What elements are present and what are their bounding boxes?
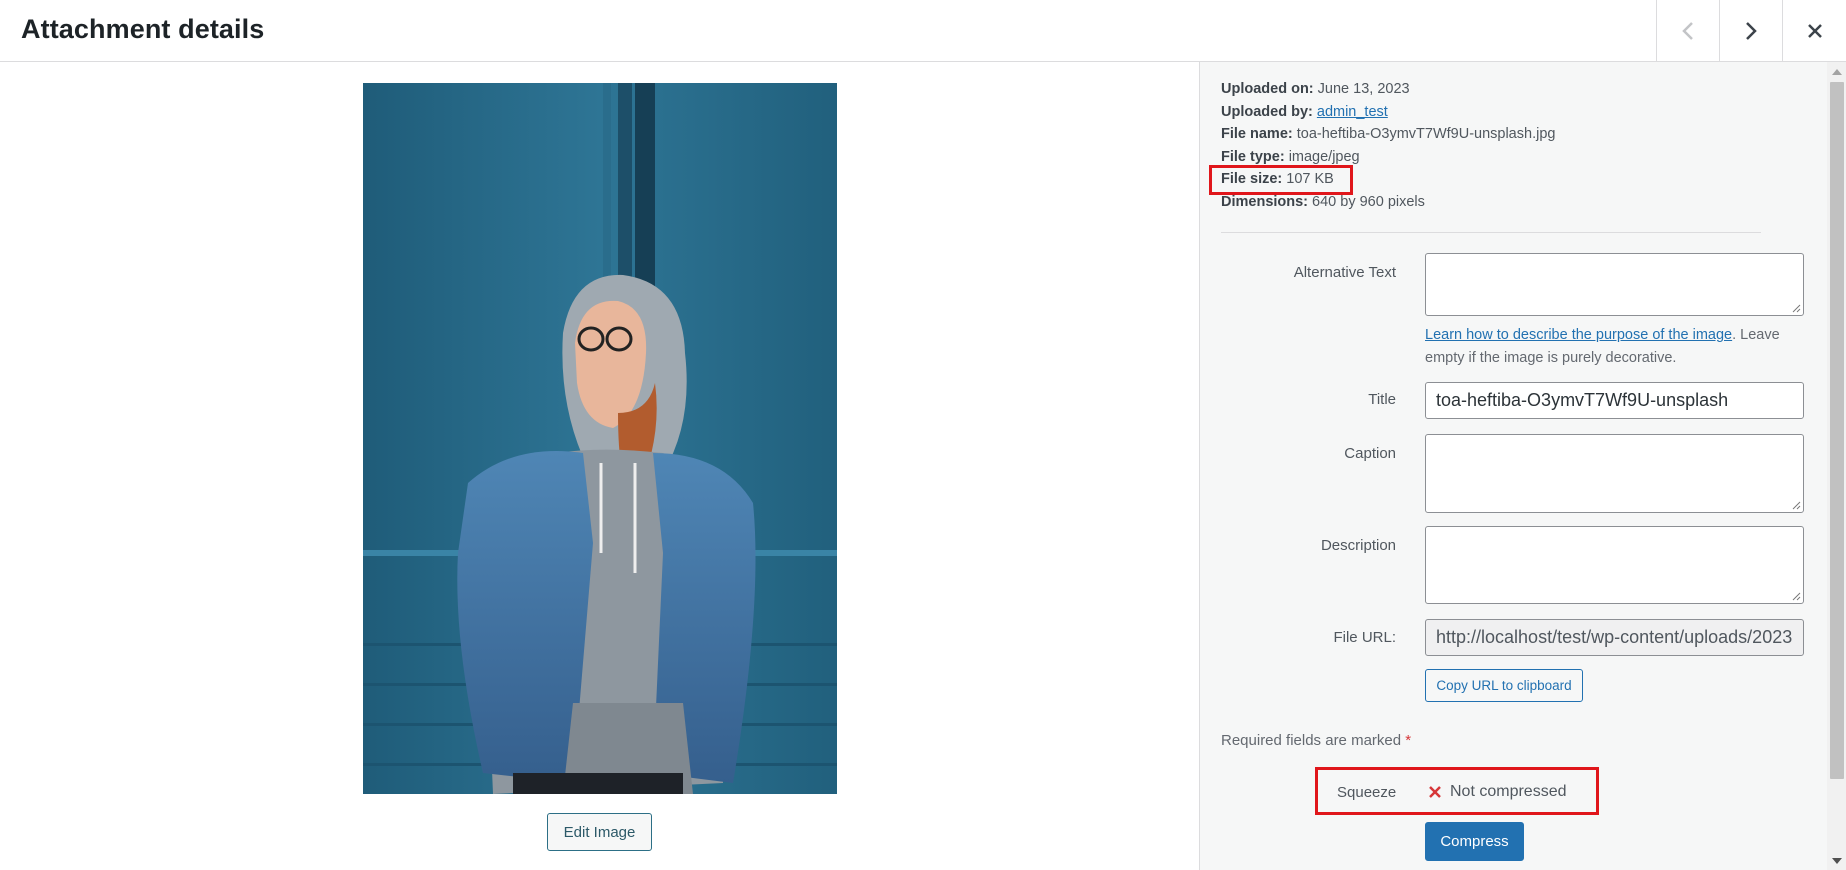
uploaded-by-label: Uploaded by:: [1221, 103, 1313, 120]
divider: [1221, 232, 1761, 233]
uploaded-on-row: Uploaded on: June 13, 2023: [1221, 78, 1555, 101]
uploaded-by-link[interactable]: admin_test: [1317, 104, 1388, 120]
x-mark-icon: [1429, 786, 1441, 798]
file-type-label: File type:: [1221, 148, 1285, 165]
file-url-label: File URL:: [1333, 629, 1396, 646]
title-input[interactable]: toa-heftiba-O3ymvT7Wf9U-unsplash: [1425, 382, 1804, 419]
squeeze-label: Squeeze: [1337, 784, 1397, 801]
alt-text-label: Alternative Text: [1293, 264, 1396, 281]
required-star: *: [1405, 732, 1412, 749]
attachment-info-sidebar: Uploaded on: June 13, 2023 Uploaded by: …: [1199, 62, 1846, 870]
title-label: Title: [1368, 391, 1396, 408]
media-preview: Edit Image: [0, 62, 1199, 870]
uploaded-on-label: Uploaded on:: [1221, 81, 1314, 97]
file-name-row: File name: toa-heftiba-O3ymvT7Wf9U-unspl…: [1221, 123, 1555, 146]
dimensions-label: Dimensions:: [1221, 193, 1309, 210]
uploaded-on-value: June 13, 2023: [1317, 81, 1410, 97]
next-button[interactable]: [1719, 0, 1782, 61]
alt-text-textarea[interactable]: [1425, 253, 1804, 316]
edit-image-button[interactable]: Edit Image: [547, 813, 652, 851]
resize-handle-icon[interactable]: [1792, 304, 1801, 313]
modal-header: Attachment details: [0, 0, 1846, 62]
chevron-left-icon: [1682, 21, 1693, 40]
file-name-value: toa-heftiba-O3ymvT7Wf9U-unsplash.jpg: [1296, 126, 1556, 143]
compression-status-text: Not compressed: [1450, 783, 1567, 800]
compression-status: Not compressed: [1428, 783, 1567, 801]
close-button[interactable]: [1782, 0, 1846, 61]
copy-url-button[interactable]: Copy URL to clipboard: [1425, 669, 1583, 702]
resize-handle-icon[interactable]: [1792, 501, 1801, 510]
required-text: Required fields are marked: [1221, 732, 1402, 749]
close-icon: [1807, 23, 1822, 38]
caption-label: Caption: [1344, 445, 1396, 462]
file-name-label: File name:: [1221, 126, 1293, 143]
file-url-input[interactable]: http://localhost/test/wp-content/uploads…: [1425, 619, 1804, 656]
scroll-up-arrow-icon[interactable]: [1831, 68, 1843, 76]
previous-button[interactable]: [1656, 0, 1719, 61]
compress-button[interactable]: Compress: [1425, 822, 1524, 861]
alt-text-help-link[interactable]: Learn how to describe the purpose of the…: [1425, 327, 1732, 343]
description-textarea[interactable]: [1425, 526, 1804, 604]
description-label: Description: [1320, 537, 1396, 554]
alt-text-help: Learn how to describe the purpose of the…: [1425, 324, 1815, 369]
dimensions-value: 640 by 960 pixels: [1312, 193, 1425, 210]
caption-textarea[interactable]: [1425, 434, 1804, 513]
file-type-value: image/jpeg: [1288, 148, 1360, 165]
file-size-highlight: [1209, 165, 1353, 195]
chevron-right-icon: [1746, 21, 1757, 40]
resize-handle-icon[interactable]: [1792, 592, 1801, 601]
attachment-image: [363, 83, 837, 794]
required-fields-note: Required fields are marked *: [1221, 732, 1411, 749]
scrollbar-thumb[interactable]: [1830, 82, 1844, 779]
page-title: Attachment details: [21, 14, 265, 44]
scroll-down-arrow-icon[interactable]: [1831, 857, 1843, 865]
uploaded-by-row: Uploaded by: admin_test: [1221, 101, 1555, 124]
